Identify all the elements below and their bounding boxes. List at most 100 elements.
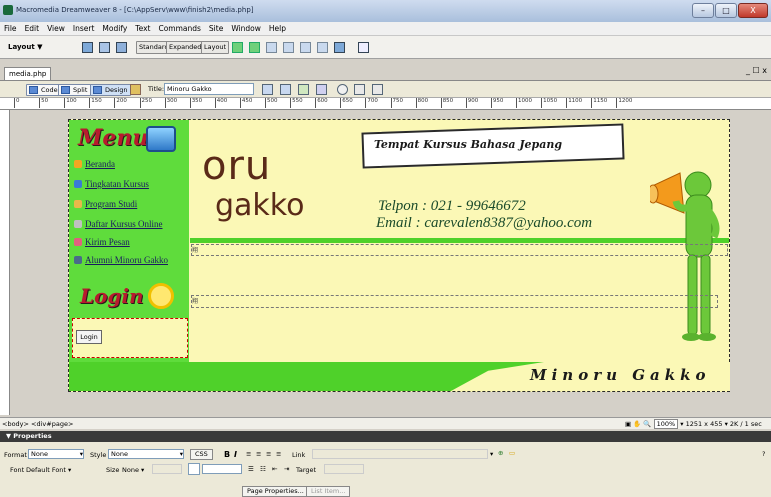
file-management-icon[interactable] bbox=[262, 84, 273, 95]
menu-window[interactable]: Window bbox=[227, 22, 265, 36]
ruler-tick: 800 bbox=[415, 98, 428, 108]
menu-file[interactable]: File bbox=[0, 22, 21, 36]
insert-category-select[interactable]: Layout ▼ bbox=[8, 43, 43, 51]
text-color-swatch[interactable] bbox=[188, 463, 200, 475]
tab-media-php[interactable]: media.php bbox=[4, 67, 52, 80]
menu-view[interactable]: View bbox=[43, 22, 69, 36]
link-label: Link bbox=[292, 451, 306, 459]
close-button[interactable]: X bbox=[738, 3, 768, 18]
list-item-button[interactable]: List Item... bbox=[306, 486, 351, 497]
menu-help[interactable]: Help bbox=[265, 22, 290, 36]
expanded-mode-button[interactable]: Expanded bbox=[166, 41, 205, 54]
status-info: ▣ ✋ 🔍 100% ▾ 1251 x 455 ▾ 2K / 1 sec bbox=[625, 419, 762, 429]
table-icon[interactable] bbox=[82, 42, 93, 53]
ruler-tick: 850 bbox=[440, 98, 453, 108]
ruler-tick: 200 bbox=[114, 98, 127, 108]
italic-button[interactable]: I bbox=[234, 450, 237, 459]
title-label: Title: bbox=[148, 85, 165, 93]
properties-header[interactable]: ▼ Properties bbox=[0, 431, 771, 442]
menu-edit[interactable]: Edit bbox=[21, 22, 44, 36]
menu-text[interactable]: Text bbox=[131, 22, 154, 36]
title-input[interactable]: Minoru Gakko bbox=[164, 83, 254, 95]
window-size[interactable]: 1251 x 455 bbox=[686, 420, 723, 428]
zoom-tool-icon[interactable]: 🔍 bbox=[643, 420, 651, 428]
design-view-button[interactable]: Design bbox=[90, 84, 132, 96]
page-properties-button[interactable]: Page Properties... bbox=[242, 486, 309, 497]
nav-link-5[interactable]: Alumni Minoru Gakko bbox=[74, 255, 168, 265]
live-data-icon[interactable] bbox=[130, 84, 141, 95]
horizontal-ruler: 0 50 100 150 200 250 300 350 400 450 500 550 600 650 7… bbox=[0, 98, 771, 110]
login-button[interactable]: Login bbox=[76, 330, 102, 344]
insert-toolbar: Layout ▼ Standard Expanded Layout bbox=[0, 36, 771, 59]
ordered-list-icon[interactable]: ☷ bbox=[260, 465, 266, 473]
preview-browser-icon[interactable] bbox=[280, 84, 291, 95]
tabular-data-icon[interactable] bbox=[358, 42, 369, 53]
layout-mode-button[interactable]: Layout bbox=[201, 41, 230, 54]
outdent-icon[interactable]: ⇤ bbox=[272, 465, 277, 473]
browse-folder-icon[interactable]: ▭ bbox=[509, 449, 515, 457]
nav-link-2[interactable]: Program Studi bbox=[74, 199, 137, 209]
nav-link-0[interactable]: Beranda bbox=[74, 159, 115, 169]
justify-icon[interactable]: ≡ bbox=[276, 450, 281, 458]
menu-insert[interactable]: Insert bbox=[69, 22, 99, 36]
layer-icon[interactable] bbox=[116, 42, 127, 53]
layout-table-icon[interactable] bbox=[232, 42, 243, 53]
size-unit-select[interactable] bbox=[152, 464, 182, 474]
insert-row-icon[interactable] bbox=[266, 42, 277, 53]
nav-link-3[interactable]: Daftar Kursus Online bbox=[74, 219, 162, 229]
css-button[interactable]: CSS bbox=[190, 449, 213, 460]
align-left-icon[interactable]: ≡ bbox=[246, 450, 251, 458]
menu-modify[interactable]: Modify bbox=[98, 22, 131, 36]
window-title: Macromedia Dreamweaver 8 - [C:\AppServ\w… bbox=[16, 6, 254, 14]
menu-bar: File Edit View Insert Modify Text Commands Site… bbox=[0, 22, 771, 36]
layout-cell-icon[interactable] bbox=[249, 42, 260, 53]
invisible-element-marker: 翔 bbox=[192, 298, 199, 305]
validate-icon[interactable] bbox=[372, 84, 383, 95]
document-window-controls[interactable]: _ ☐ x bbox=[746, 66, 767, 75]
nav-link-1[interactable]: Tingkatan Kursus bbox=[74, 179, 149, 189]
iframe-icon[interactable] bbox=[317, 42, 328, 53]
text-color-input[interactable] bbox=[202, 464, 242, 474]
nav-bullet-icon bbox=[74, 238, 82, 246]
tag-selector[interactable]: <body> <div#page> bbox=[2, 420, 73, 428]
frames-icon[interactable] bbox=[334, 42, 345, 53]
indent-icon[interactable]: ⇥ bbox=[284, 465, 289, 473]
vertical-ruler bbox=[0, 110, 10, 415]
code-view-button[interactable]: Code bbox=[26, 84, 62, 96]
help-icon[interactable]: ? bbox=[762, 450, 765, 458]
align-center-icon[interactable]: ≡ bbox=[256, 450, 261, 458]
style-label: Style bbox=[90, 451, 107, 459]
menu-commands[interactable]: Commands bbox=[154, 22, 204, 36]
target-select[interactable] bbox=[324, 464, 364, 474]
link-dropdown-icon[interactable]: ▾ bbox=[490, 450, 493, 458]
zoom-select[interactable]: 100% bbox=[653, 419, 679, 429]
menu-icon bbox=[146, 126, 176, 152]
minimize-button[interactable]: – bbox=[692, 3, 714, 18]
style-select[interactable]: None ▾ bbox=[108, 449, 184, 459]
bold-button[interactable]: B bbox=[224, 450, 230, 459]
header-divider bbox=[190, 238, 729, 243]
visual-aids-icon[interactable] bbox=[354, 84, 365, 95]
font-select[interactable]: Default Font ▾ bbox=[26, 466, 71, 474]
link-input[interactable] bbox=[312, 449, 488, 459]
content-region-2[interactable]: 翔 bbox=[191, 295, 718, 308]
debug-icon[interactable] bbox=[298, 84, 309, 95]
insert-column-icon[interactable] bbox=[283, 42, 294, 53]
menu-site[interactable]: Site bbox=[205, 22, 227, 36]
refresh-icon[interactable] bbox=[337, 84, 348, 95]
point-to-file-icon[interactable]: ⊕ bbox=[498, 449, 503, 457]
div-icon[interactable] bbox=[99, 42, 110, 53]
maximize-button[interactable]: □ bbox=[715, 3, 737, 18]
insert-column-right-icon[interactable] bbox=[300, 42, 311, 53]
align-right-icon[interactable]: ≡ bbox=[266, 450, 271, 458]
unordered-list-icon[interactable]: ☰ bbox=[248, 465, 254, 473]
select-tool-icon[interactable]: ▣ bbox=[625, 420, 631, 428]
split-view-button[interactable]: Split bbox=[58, 84, 92, 96]
content-region-1[interactable]: 翔 bbox=[191, 244, 728, 256]
view-options-icon[interactable] bbox=[316, 84, 327, 95]
format-select[interactable]: None ▾ bbox=[28, 449, 84, 459]
nav-link-4[interactable]: Kirim Pesan bbox=[74, 237, 130, 247]
hand-tool-icon[interactable]: ✋ bbox=[633, 420, 641, 428]
size-select[interactable]: None ▾ bbox=[122, 466, 144, 474]
ruler-tick: 150 bbox=[89, 98, 102, 108]
